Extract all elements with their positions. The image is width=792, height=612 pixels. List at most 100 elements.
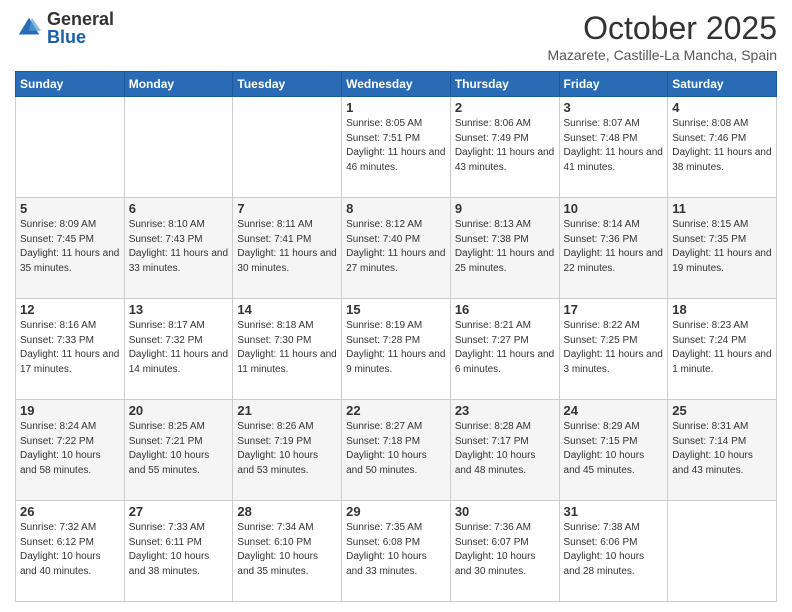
day-number: 30 <box>455 504 555 519</box>
calendar-cell <box>668 501 777 602</box>
calendar-cell <box>233 97 342 198</box>
header: General Blue October 2025 Mazarete, Cast… <box>15 10 777 63</box>
title-block: October 2025 Mazarete, Castille-La Manch… <box>547 10 777 63</box>
day-number: 28 <box>237 504 337 519</box>
calendar-cell: 21 Sunrise: 8:26 AMSunset: 7:19 PMDayligh… <box>233 400 342 501</box>
calendar-header-day: Tuesday <box>233 72 342 97</box>
day-info: Sunrise: 8:08 AMSunset: 7:46 PMDaylight:… <box>672 117 772 175</box>
calendar-cell: 22 Sunrise: 8:27 AMSunset: 7:18 PMDayligh… <box>342 400 451 501</box>
calendar-cell: 4 Sunrise: 8:08 AMSunset: 7:46 PMDaylight… <box>668 97 777 198</box>
day-number: 21 <box>237 403 337 418</box>
calendar-week-row: 12Sunrise: 8:16 AMSunset: 7:33 PMDayligh… <box>16 299 777 400</box>
calendar-cell <box>16 97 125 198</box>
calendar-header-day: Thursday <box>450 72 559 97</box>
calendar-header-day: Sunday <box>16 72 125 97</box>
calendar-cell: 2 Sunrise: 8:06 AMSunset: 7:49 PMDaylight… <box>450 97 559 198</box>
day-info: Sunrise: 8:12 AMSunset: 7:40 PMDaylight:… <box>346 218 446 276</box>
day-info: Sunrise: 8:14 AMSunset: 7:36 PMDaylight:… <box>564 218 664 276</box>
calendar-cell: 13 Sunrise: 8:17 AMSunset: 7:32 PMDayligh… <box>124 299 233 400</box>
calendar-header-day: Monday <box>124 72 233 97</box>
day-number: 8 <box>346 201 446 216</box>
calendar-cell: 14 Sunrise: 8:18 AMSunset: 7:30 PMDayligh… <box>233 299 342 400</box>
calendar-cell: 3Sunrise: 8:07 AMSunset: 7:48 PMDaylight… <box>559 97 668 198</box>
page: General Blue October 2025 Mazarete, Cast… <box>0 0 792 612</box>
calendar-cell: 20 Sunrise: 8:25 AMSunset: 7:21 PMDayligh… <box>124 400 233 501</box>
day-number: 26 <box>20 504 120 519</box>
calendar-cell: 6 Sunrise: 8:10 AMSunset: 7:43 PMDaylight… <box>124 198 233 299</box>
calendar-header-day: Friday <box>559 72 668 97</box>
day-info: Sunrise: 8:23 AMSunset: 7:24 PMDaylight:… <box>672 319 772 377</box>
calendar-cell: 19Sunrise: 8:24 AMSunset: 7:22 PMDayligh… <box>16 400 125 501</box>
day-number: 4 <box>672 100 772 115</box>
day-number: 7 <box>237 201 337 216</box>
day-info: Sunrise: 8:11 AMSunset: 7:41 PMDaylight:… <box>237 218 337 276</box>
calendar-cell: 7 Sunrise: 8:11 AMSunset: 7:41 PMDaylight… <box>233 198 342 299</box>
day-info: Sunrise: 8:07 AMSunset: 7:48 PMDaylight:… <box>564 117 664 175</box>
calendar-cell: 1 Sunrise: 8:05 AMSunset: 7:51 PMDaylight… <box>342 97 451 198</box>
day-info: Sunrise: 8:19 AMSunset: 7:28 PMDaylight:… <box>346 319 446 377</box>
calendar-cell: 9 Sunrise: 8:13 AMSunset: 7:38 PMDaylight… <box>450 198 559 299</box>
calendar-cell <box>124 97 233 198</box>
day-number: 9 <box>455 201 555 216</box>
day-number: 18 <box>672 302 772 317</box>
day-info: Sunrise: 8:26 AMSunset: 7:19 PMDaylight:… <box>237 420 337 478</box>
calendar-cell: 28Sunrise: 7:34 AMSunset: 6:10 PMDayligh… <box>233 501 342 602</box>
calendar-cell: 24Sunrise: 8:29 AMSunset: 7:15 PMDayligh… <box>559 400 668 501</box>
calendar-cell: 15Sunrise: 8:19 AMSunset: 7:28 PMDayligh… <box>342 299 451 400</box>
day-info: Sunrise: 8:31 AMSunset: 7:14 PMDaylight:… <box>672 420 772 478</box>
calendar-cell: 31 Sunrise: 7:38 AMSunset: 6:06 PMDayligh… <box>559 501 668 602</box>
day-number: 23 <box>455 403 555 418</box>
calendar-header-row: SundayMondayTuesdayWednesdayThursdayFrid… <box>16 72 777 97</box>
day-info: Sunrise: 8:21 AMSunset: 7:27 PMDaylight:… <box>455 319 555 377</box>
day-info: Sunrise: 8:18 AMSunset: 7:30 PMDaylight:… <box>237 319 337 377</box>
day-info: Sunrise: 8:17 AMSunset: 7:32 PMDaylight:… <box>129 319 229 377</box>
day-number: 25 <box>672 403 772 418</box>
day-info: Sunrise: 8:22 AMSunset: 7:25 PMDaylight:… <box>564 319 664 377</box>
calendar-cell: 10Sunrise: 8:14 AMSunset: 7:36 PMDayligh… <box>559 198 668 299</box>
day-info: Sunrise: 8:06 AMSunset: 7:49 PMDaylight:… <box>455 117 555 175</box>
day-info: Sunrise: 8:25 AMSunset: 7:21 PMDaylight:… <box>129 420 229 478</box>
day-number: 6 <box>129 201 229 216</box>
calendar-week-row: 1 Sunrise: 8:05 AMSunset: 7:51 PMDaylight… <box>16 97 777 198</box>
calendar-cell: 30 Sunrise: 7:36 AMSunset: 6:07 PMDayligh… <box>450 501 559 602</box>
calendar-week-row: 19Sunrise: 8:24 AMSunset: 7:22 PMDayligh… <box>16 400 777 501</box>
day-info: Sunrise: 8:10 AMSunset: 7:43 PMDaylight:… <box>129 218 229 276</box>
logo: General Blue <box>15 10 114 46</box>
calendar-cell: 29Sunrise: 7:35 AMSunset: 6:08 PMDayligh… <box>342 501 451 602</box>
day-number: 5 <box>20 201 120 216</box>
day-info: Sunrise: 8:27 AMSunset: 7:18 PMDaylight:… <box>346 420 446 478</box>
calendar: SundayMondayTuesdayWednesdayThursdayFrid… <box>15 71 777 602</box>
logo-icon <box>15 14 43 42</box>
day-number: 14 <box>237 302 337 317</box>
calendar-header-day: Wednesday <box>342 72 451 97</box>
day-number: 1 <box>346 100 446 115</box>
day-number: 31 <box>564 504 664 519</box>
calendar-cell: 23 Sunrise: 8:28 AMSunset: 7:17 PMDayligh… <box>450 400 559 501</box>
day-number: 12 <box>20 302 120 317</box>
day-info: Sunrise: 8:28 AMSunset: 7:17 PMDaylight:… <box>455 420 555 478</box>
day-number: 27 <box>129 504 229 519</box>
day-number: 2 <box>455 100 555 115</box>
day-info: Sunrise: 7:36 AMSunset: 6:07 PMDaylight:… <box>455 521 555 579</box>
calendar-cell: 25 Sunrise: 8:31 AMSunset: 7:14 PMDayligh… <box>668 400 777 501</box>
day-info: Sunrise: 7:32 AMSunset: 6:12 PMDaylight:… <box>20 521 120 579</box>
logo-general-text: General <box>47 9 114 29</box>
day-number: 20 <box>129 403 229 418</box>
calendar-cell: 18 Sunrise: 8:23 AMSunset: 7:24 PMDayligh… <box>668 299 777 400</box>
calendar-cell: 17 Sunrise: 8:22 AMSunset: 7:25 PMDayligh… <box>559 299 668 400</box>
day-info: Sunrise: 8:15 AMSunset: 7:35 PMDaylight:… <box>672 218 772 276</box>
day-info: Sunrise: 7:38 AMSunset: 6:06 PMDaylight:… <box>564 521 664 579</box>
day-number: 29 <box>346 504 446 519</box>
calendar-cell: 8 Sunrise: 8:12 AMSunset: 7:40 PMDaylight… <box>342 198 451 299</box>
day-number: 17 <box>564 302 664 317</box>
day-number: 22 <box>346 403 446 418</box>
day-number: 13 <box>129 302 229 317</box>
day-info: Sunrise: 8:09 AMSunset: 7:45 PMDaylight:… <box>20 218 120 276</box>
calendar-cell: 16Sunrise: 8:21 AMSunset: 7:27 PMDayligh… <box>450 299 559 400</box>
calendar-cell: 27Sunrise: 7:33 AMSunset: 6:11 PMDayligh… <box>124 501 233 602</box>
day-info: Sunrise: 8:29 AMSunset: 7:15 PMDaylight:… <box>564 420 664 478</box>
day-info: Sunrise: 8:13 AMSunset: 7:38 PMDaylight:… <box>455 218 555 276</box>
day-number: 11 <box>672 201 772 216</box>
day-info: Sunrise: 8:05 AMSunset: 7:51 PMDaylight:… <box>346 117 446 175</box>
location: Mazarete, Castille-La Mancha, Spain <box>547 47 777 63</box>
